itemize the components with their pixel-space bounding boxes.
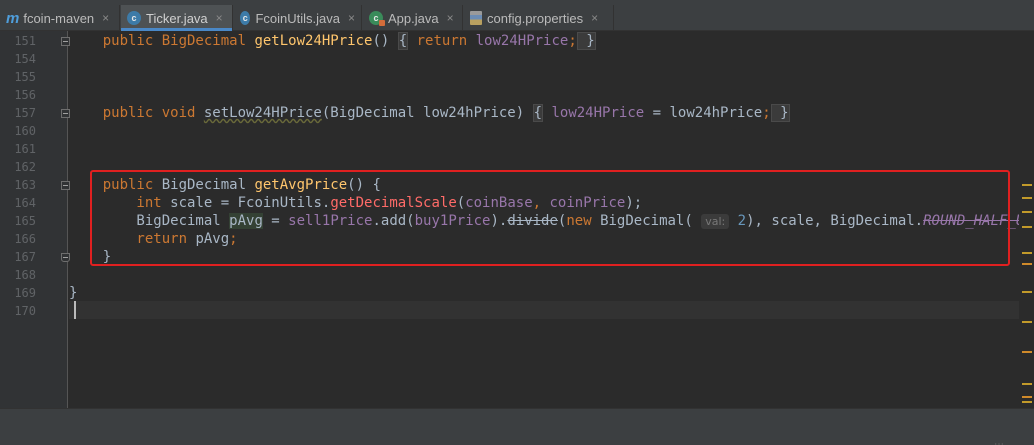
code-token: return	[408, 33, 476, 49]
line-number: 170	[14, 304, 36, 318]
java-class-icon: c	[240, 11, 251, 25]
warning-marker[interactable]	[1022, 252, 1032, 254]
tab-config-properties[interactable]: config.properties ×	[464, 5, 614, 31]
warning-marker[interactable]	[1022, 383, 1032, 385]
line-number: 169	[14, 286, 36, 300]
line-number: 163	[14, 178, 36, 192]
line-number: 165	[14, 214, 36, 228]
tab-label: config.properties	[487, 10, 584, 26]
tab-ticker-java[interactable]: c Ticker.java ×	[121, 5, 233, 31]
code-line-169: }	[69, 284, 77, 302]
resize-grip-icon[interactable]: ⋯	[994, 439, 1004, 445]
folded-brace[interactable]: {	[397, 32, 409, 50]
tab-fcoinutils-java[interactable]: c FcoinUtils.java ×	[234, 5, 362, 31]
close-icon[interactable]: ×	[348, 11, 355, 25]
tab-label: fcoin-maven	[23, 10, 95, 26]
editor-tab-bar: m fcoin-maven × c Ticker.java × c FcoinU…	[0, 0, 1034, 31]
line-number: 157	[14, 106, 36, 120]
warning-marker[interactable]	[1022, 263, 1032, 265]
tab-fcoin-maven[interactable]: m fcoin-maven ×	[0, 5, 120, 31]
warning-marker[interactable]	[1022, 401, 1032, 403]
code-token: setLow24HPrice	[203, 105, 322, 121]
maven-module-icon: m	[6, 9, 20, 27]
java-class-icon: c	[369, 11, 385, 26]
warning-marker[interactable]	[1022, 321, 1032, 323]
code-token: (BigDecimal low24hPrice)	[321, 105, 533, 121]
code-line-151: public BigDecimal getLow24HPrice() { ret…	[69, 32, 596, 50]
line-number: 155	[14, 70, 36, 84]
code-editor[interactable]: public BigDecimal getLow24HPrice() { ret…	[69, 31, 1034, 408]
line-number: 162	[14, 160, 36, 174]
close-icon[interactable]: ×	[216, 11, 223, 25]
close-icon[interactable]: ×	[591, 11, 598, 25]
line-number: 161	[14, 142, 36, 156]
java-class-icon: c	[127, 11, 141, 25]
warning-marker[interactable]	[1022, 184, 1032, 186]
code-token: ()	[372, 33, 398, 49]
line-number: 156	[14, 88, 36, 102]
tab-label: FcoinUtils.java	[255, 10, 340, 26]
line-number: 151	[14, 34, 36, 48]
code-line-157: public void setLow24HPrice(BigDecimal lo…	[69, 104, 790, 122]
warning-marker[interactable]	[1022, 291, 1032, 293]
highlight-annotation-box	[90, 170, 1010, 266]
code-token: low24HPrice	[543, 105, 645, 121]
warning-marker[interactable]	[1022, 351, 1032, 353]
close-icon[interactable]: ×	[102, 11, 109, 25]
warning-marker[interactable]	[1022, 396, 1032, 398]
warning-marker[interactable]	[1022, 197, 1032, 199]
line-number: 160	[14, 124, 36, 138]
warning-marker[interactable]	[1022, 226, 1032, 228]
current-line-highlight	[69, 301, 1019, 319]
text-caret	[74, 301, 76, 319]
code-token: }	[69, 285, 78, 301]
properties-file-icon	[470, 11, 482, 25]
code-token: public BigDecimal	[69, 33, 255, 49]
folded-brace[interactable]: {	[532, 104, 544, 122]
folded-brace[interactable]: }	[576, 32, 596, 50]
warning-marker[interactable]	[1022, 211, 1032, 213]
line-number: 168	[14, 268, 36, 282]
line-number: 164	[14, 196, 36, 210]
bottom-panel: ⋯	[0, 408, 1034, 445]
line-number: 167	[14, 250, 36, 264]
tab-label: Ticker.java	[146, 10, 208, 26]
close-icon[interactable]: ×	[447, 11, 454, 25]
folded-brace[interactable]: }	[770, 104, 790, 122]
tab-label: App.java	[388, 10, 439, 26]
line-number: 166	[14, 232, 36, 246]
tab-app-java[interactable]: c App.java ×	[363, 5, 463, 31]
code-token: public void	[69, 105, 204, 121]
code-token: low24HPrice	[475, 33, 569, 49]
error-stripe[interactable]	[1019, 31, 1034, 408]
code-token: ;	[762, 105, 771, 121]
line-number: 154	[14, 52, 36, 66]
code-token: getLow24HPrice	[254, 33, 373, 49]
code-token: ;	[568, 33, 577, 49]
line-number-gutter[interactable]: 151 154 155 156 157 160 161 162 163 164 …	[0, 31, 70, 408]
code-token: = low24hPrice	[644, 105, 763, 121]
